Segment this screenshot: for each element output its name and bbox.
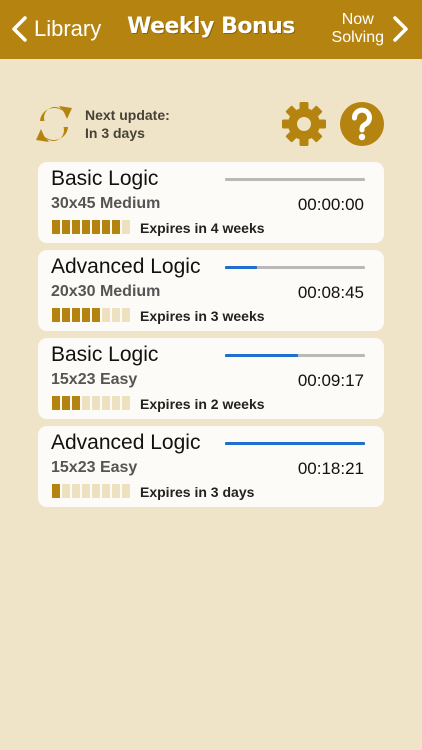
expiry-meter-segment bbox=[112, 484, 120, 498]
expiry-meter-segment bbox=[112, 308, 120, 322]
expiry-meter-segment bbox=[82, 220, 90, 234]
now-solving-button[interactable]: Now Solving bbox=[332, 11, 410, 47]
puzzle-timer: 00:09:17 bbox=[297, 371, 364, 390]
expiry-meter-segment bbox=[52, 308, 60, 322]
puzzle-size: 30x45 Medium bbox=[51, 195, 161, 212]
expiry-meter-segment bbox=[72, 396, 80, 410]
expiry-meter-segment bbox=[122, 308, 130, 322]
expiry-meter-segment bbox=[82, 484, 90, 498]
puzzle-size: 20x30 Medium bbox=[51, 283, 161, 300]
navigation-bar: Library Weekly Bonus Now Solving bbox=[0, 0, 422, 59]
puzzle-card[interactable]: Advanced Logic 20x30 Medium 00:08:45 Expire… bbox=[38, 250, 384, 331]
expiry-meter-segment bbox=[102, 484, 110, 498]
puzzle-card[interactable]: Basic Logic 30x45 Medium 00:00:00 Expires i… bbox=[38, 162, 384, 243]
puzzle-progress-bar bbox=[225, 354, 365, 357]
expiry-meter-segment bbox=[92, 484, 100, 498]
expiry-meter-segment bbox=[92, 396, 100, 410]
now-solving-label: Now Solving bbox=[332, 11, 384, 47]
refresh-icon[interactable] bbox=[32, 102, 76, 146]
next-update-value: In 3 days bbox=[85, 125, 145, 141]
expiry-meter-segment bbox=[102, 396, 110, 410]
expiry-meter-segment bbox=[102, 220, 110, 234]
expiry-meter-segment bbox=[62, 220, 70, 234]
puzzle-progress-fill bbox=[225, 354, 298, 357]
expiry-meter-segment bbox=[122, 396, 130, 410]
puzzle-expiry: Expires in 2 weeks bbox=[140, 396, 265, 412]
chevron-right-icon bbox=[393, 16, 408, 42]
puzzle-progress-fill bbox=[225, 442, 365, 445]
now-solving-line1: Now bbox=[341, 11, 374, 28]
puzzle-expiry: Expires in 3 days bbox=[140, 484, 255, 500]
puzzle-title: Basic Logic bbox=[51, 343, 159, 366]
next-update-text: Next update: In 3 days bbox=[85, 106, 170, 142]
puzzle-card[interactable]: Advanced Logic 15x23 Easy 00:18:21 Expires … bbox=[38, 426, 384, 507]
puzzle-timer: 00:00:00 bbox=[297, 195, 364, 214]
next-update-label: Next update: bbox=[85, 107, 170, 123]
puzzle-timer: 00:08:45 bbox=[297, 283, 364, 302]
expiry-meter bbox=[52, 484, 132, 498]
puzzle-progress-bar bbox=[225, 178, 365, 181]
help-icon[interactable] bbox=[339, 101, 385, 147]
expiry-meter-segment bbox=[112, 220, 120, 234]
expiry-meter-segment bbox=[52, 220, 60, 234]
expiry-meter-segment bbox=[82, 308, 90, 322]
expiry-meter-segment bbox=[62, 308, 70, 322]
puzzle-progress-bar bbox=[225, 442, 365, 445]
expiry-meter-segment bbox=[112, 396, 120, 410]
expiry-meter-segment bbox=[92, 308, 100, 322]
expiry-meter bbox=[52, 220, 132, 234]
expiry-meter-segment bbox=[122, 220, 130, 234]
puzzle-title: Advanced Logic bbox=[51, 431, 201, 454]
puzzle-timer: 00:18:21 bbox=[297, 459, 364, 478]
puzzle-list: Basic Logic 30x45 Medium 00:00:00 Expires i… bbox=[38, 162, 384, 514]
puzzle-progress-bar bbox=[225, 266, 365, 269]
puzzle-size: 15x23 Easy bbox=[51, 371, 138, 388]
expiry-meter bbox=[52, 396, 132, 410]
expiry-meter-segment bbox=[52, 396, 60, 410]
now-solving-line2: Solving bbox=[331, 29, 384, 46]
puzzle-progress-fill bbox=[225, 266, 258, 269]
expiry-meter-segment bbox=[92, 220, 100, 234]
puzzle-expiry: Expires in 3 weeks bbox=[140, 308, 265, 324]
gear-icon[interactable] bbox=[281, 101, 327, 147]
puzzle-card[interactable]: Basic Logic 15x23 Easy 00:09:17 Expires in … bbox=[38, 338, 384, 419]
expiry-meter-segment bbox=[52, 484, 60, 498]
expiry-meter-segment bbox=[102, 308, 110, 322]
expiry-meter-segment bbox=[122, 484, 130, 498]
puzzle-title: Basic Logic bbox=[51, 167, 159, 190]
puzzle-expiry: Expires in 4 weeks bbox=[140, 220, 265, 236]
puzzle-title: Advanced Logic bbox=[51, 255, 201, 278]
puzzle-size: 15x23 Easy bbox=[51, 459, 138, 476]
expiry-meter bbox=[52, 308, 132, 322]
expiry-meter-segment bbox=[62, 396, 70, 410]
expiry-meter-segment bbox=[62, 484, 70, 498]
expiry-meter-segment bbox=[82, 396, 90, 410]
expiry-meter-segment bbox=[72, 484, 80, 498]
expiry-meter-segment bbox=[72, 220, 80, 234]
update-info: Next update: In 3 days bbox=[32, 102, 170, 146]
expiry-meter-segment bbox=[72, 308, 80, 322]
